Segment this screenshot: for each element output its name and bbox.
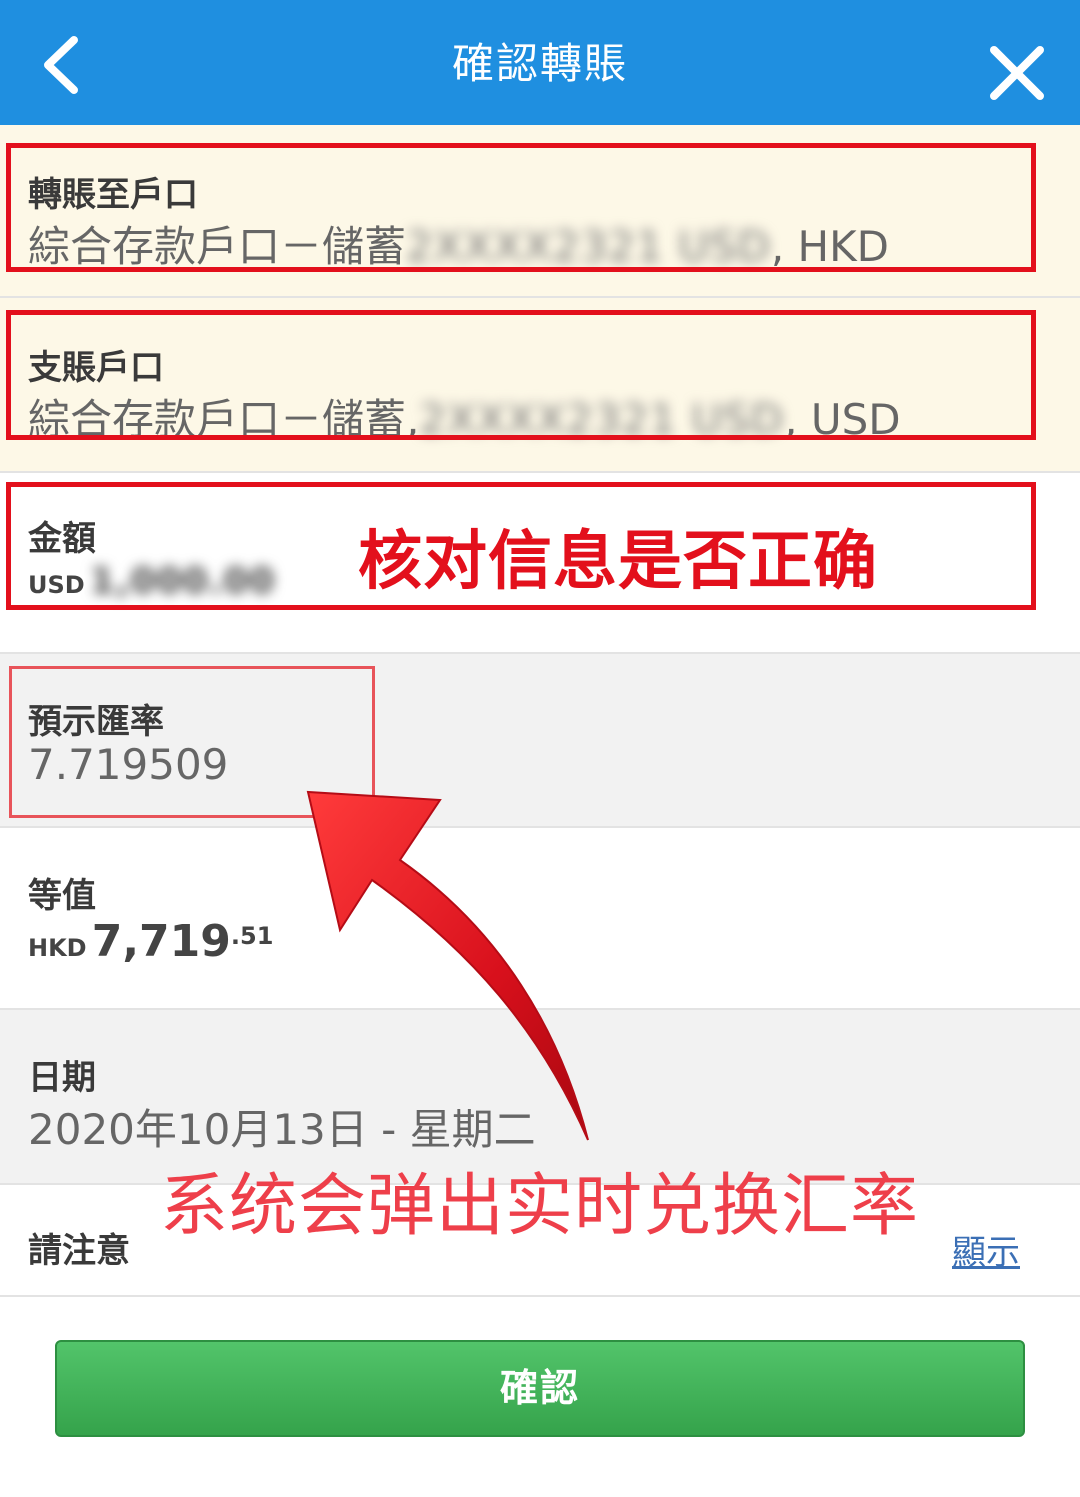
top-nav-bar: 確認轉賬 bbox=[0, 0, 1080, 125]
date-value: 2020年10月13日 - 星期二 bbox=[28, 1105, 536, 1154]
notice-label: 請注意 bbox=[28, 1231, 130, 1271]
annotation-popup-rate: 系统会弹出实时兑换汇率 bbox=[160, 1167, 920, 1246]
equivalent-decimal: .51 bbox=[230, 922, 274, 950]
close-icon[interactable] bbox=[986, 42, 1048, 104]
annotation-check-info: 核对信息是否正确 bbox=[358, 525, 878, 599]
confirm-button[interactable]: 確認 bbox=[55, 1340, 1025, 1437]
annotation-box-rate bbox=[9, 666, 375, 818]
equivalent-label: 等值 bbox=[28, 876, 96, 916]
equivalent-row: 等值 HKD 7,719.51 bbox=[0, 828, 1080, 1010]
equivalent-value: HKD 7,719.51 bbox=[28, 916, 273, 967]
equivalent-integer: 7,719 bbox=[91, 916, 231, 967]
equivalent-currency: HKD bbox=[28, 934, 87, 962]
date-label: 日期 bbox=[28, 1058, 96, 1098]
page-title: 確認轉賬 bbox=[451, 39, 628, 88]
show-notice-link[interactable]: 顯示 bbox=[952, 1225, 1020, 1274]
annotation-box-to-account bbox=[6, 143, 1036, 272]
annotation-box-from-account bbox=[6, 310, 1036, 440]
